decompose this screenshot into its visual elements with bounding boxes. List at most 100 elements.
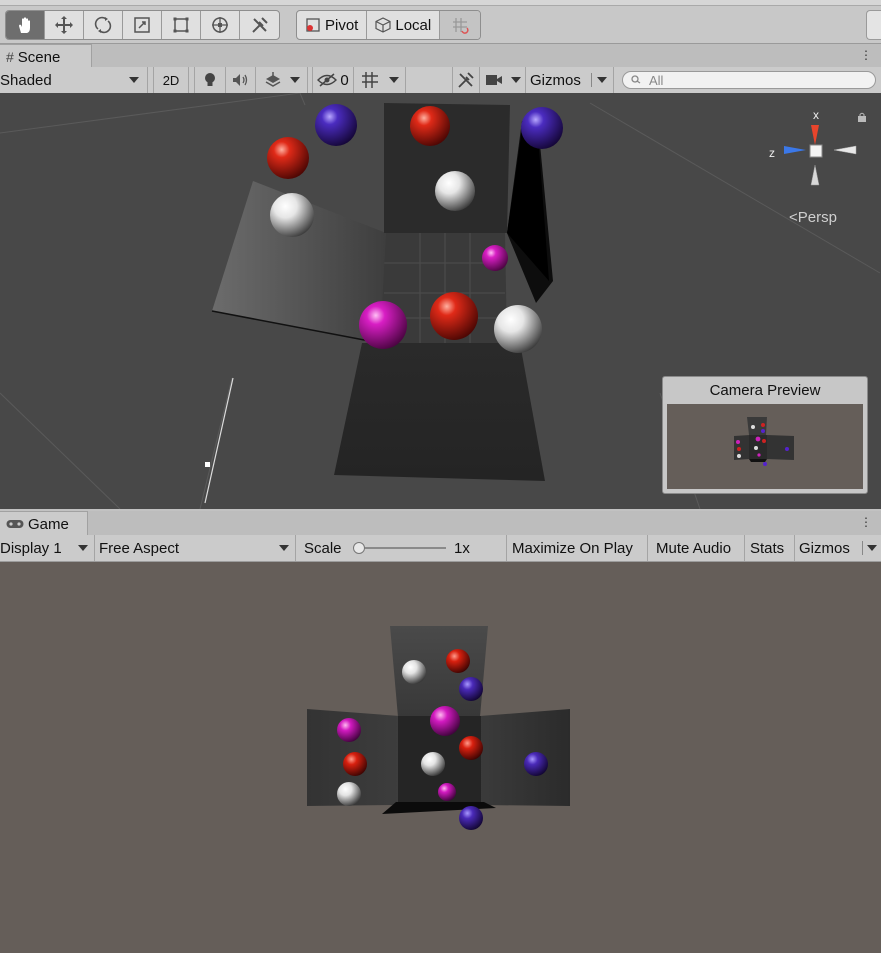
scene-search-input[interactable]: All	[622, 71, 876, 89]
game-render	[307, 626, 570, 830]
game-viewport[interactable]	[0, 562, 881, 953]
scale-label: Scale	[304, 539, 342, 557]
hand-tool-button[interactable]	[6, 11, 45, 39]
sphere-white[interactable]	[270, 193, 314, 237]
layers-effects-icon	[265, 72, 280, 87]
camera-dropdown[interactable]	[480, 67, 526, 93]
sphere-red[interactable]	[446, 649, 470, 673]
scale-slider-track[interactable]	[356, 547, 446, 549]
tab-game-label: Game	[28, 515, 69, 533]
sphere-magenta[interactable]	[359, 301, 407, 349]
display-dropdown[interactable]: Display 1	[0, 535, 95, 561]
tools-toggle[interactable]	[452, 67, 480, 93]
draw-mode-value: Shaded	[0, 71, 52, 89]
stats-label: Stats	[750, 539, 785, 557]
sphere-white[interactable]	[337, 782, 361, 806]
sphere-white[interactable]	[494, 305, 542, 353]
sphere-purple[interactable]	[524, 752, 548, 776]
sphere-white[interactable]	[402, 660, 426, 684]
sphere-purple[interactable]	[459, 806, 483, 830]
maximize-on-play-toggle[interactable]: Maximize On Play	[507, 535, 648, 561]
sphere-red[interactable]	[430, 292, 478, 340]
chevron-down-icon	[510, 77, 521, 83]
sphere-magenta[interactable]	[337, 718, 361, 742]
local-label: Local	[395, 16, 432, 34]
sphere-magenta[interactable]	[438, 783, 456, 801]
front-wall	[334, 343, 545, 481]
scene-controls-bar: Shaded 2D 0 Gizmos All	[0, 67, 881, 94]
camera-preview-panel: Camera Preview	[662, 376, 868, 494]
mute-audio-toggle[interactable]: Mute Audio	[648, 535, 745, 561]
camera-preview-view	[667, 404, 863, 489]
main-toolbar: Pivot Local	[0, 0, 881, 44]
grid-snap-button[interactable]	[440, 11, 481, 39]
chevron-down-icon	[867, 545, 877, 551]
gamepad-icon	[6, 520, 24, 528]
hand-icon	[19, 17, 30, 33]
display-value: Display 1	[0, 539, 62, 557]
scene-tab-bar: # Scene ⋮	[0, 44, 881, 69]
audio-toggle[interactable]	[226, 67, 256, 93]
persp-chevron-icon: <	[789, 209, 798, 226]
chevron-down-icon	[289, 77, 300, 83]
projection-toggle[interactable]: <Persp	[789, 209, 837, 226]
game-right-wall	[480, 709, 570, 806]
tab-scene[interactable]: # Scene	[0, 44, 92, 69]
grid-dropdown[interactable]	[354, 67, 406, 93]
effects-dropdown[interactable]	[256, 67, 308, 93]
toolbar-right-edge	[866, 10, 881, 40]
draw-mode-dropdown[interactable]: Shaded	[0, 67, 148, 93]
game-gizmos-label: Gizmos	[799, 539, 850, 557]
orientation-gizmo[interactable]: x z <Persp	[760, 105, 870, 235]
lock-icon[interactable]	[857, 109, 867, 122]
mute-label: Mute Audio	[656, 539, 732, 557]
sphere-red[interactable]	[459, 736, 483, 760]
scale-control: Scale 1x	[296, 535, 507, 561]
sphere-purple[interactable]	[521, 107, 563, 149]
light-gizmo	[205, 462, 210, 467]
sphere-red[interactable]	[267, 137, 309, 179]
sphere-red[interactable]	[343, 752, 367, 776]
aspect-dropdown[interactable]: Free Aspect	[95, 535, 296, 561]
local-button[interactable]: Local	[367, 11, 441, 39]
sphere-purple[interactable]	[459, 677, 483, 701]
scale-tool-button[interactable]	[123, 11, 162, 39]
custom-tool-button[interactable]	[240, 11, 279, 39]
stats-toggle[interactable]: Stats	[745, 535, 795, 561]
sphere-magenta[interactable]	[430, 706, 460, 736]
scale-icon	[134, 17, 150, 33]
transform-tool-button[interactable]	[201, 11, 240, 39]
sphere-white[interactable]	[421, 752, 445, 776]
lightbulb-icon	[205, 73, 215, 86]
tab-scene-label: Scene	[17, 48, 61, 66]
grid-icon	[361, 72, 378, 88]
pivot-button[interactable]: Pivot	[297, 11, 368, 39]
sphere-magenta[interactable]	[482, 245, 508, 271]
rect-tool-button[interactable]	[162, 11, 201, 39]
chevron-down-icon	[78, 545, 88, 551]
grid-snap-icon	[453, 18, 469, 34]
hidden-objects-toggle[interactable]: 0	[312, 67, 354, 93]
sphere-red[interactable]	[410, 106, 450, 146]
scene-menu-icon[interactable]: ⋮	[860, 48, 872, 62]
2d-toggle[interactable]: 2D	[153, 67, 189, 93]
search-icon	[631, 75, 641, 84]
wrench-tools-icon	[458, 72, 474, 88]
gizmos-label: Gizmos	[530, 71, 581, 89]
chevron-down-icon	[129, 77, 139, 83]
gizmos-dropdown[interactable]: Gizmos	[526, 67, 614, 93]
combined-transform-icon	[212, 17, 228, 33]
sphere-purple[interactable]	[315, 104, 357, 146]
rotate-tool-button[interactable]	[84, 11, 123, 39]
game-menu-icon[interactable]: ⋮	[860, 515, 872, 529]
game-controls-bar: Display 1 Free Aspect Scale 1x Maximize …	[0, 535, 881, 562]
sphere-white[interactable]	[435, 171, 475, 211]
chevron-down-icon	[279, 545, 289, 551]
tab-game[interactable]: Game	[0, 511, 88, 536]
lighting-toggle[interactable]	[194, 67, 226, 93]
move-tool-button[interactable]	[45, 11, 84, 39]
game-gizmos-dropdown[interactable]: Gizmos	[795, 535, 881, 561]
scale-slider-thumb[interactable]	[353, 542, 365, 554]
aspect-value: Free Aspect	[99, 539, 180, 557]
speaker-icon	[232, 74, 247, 86]
